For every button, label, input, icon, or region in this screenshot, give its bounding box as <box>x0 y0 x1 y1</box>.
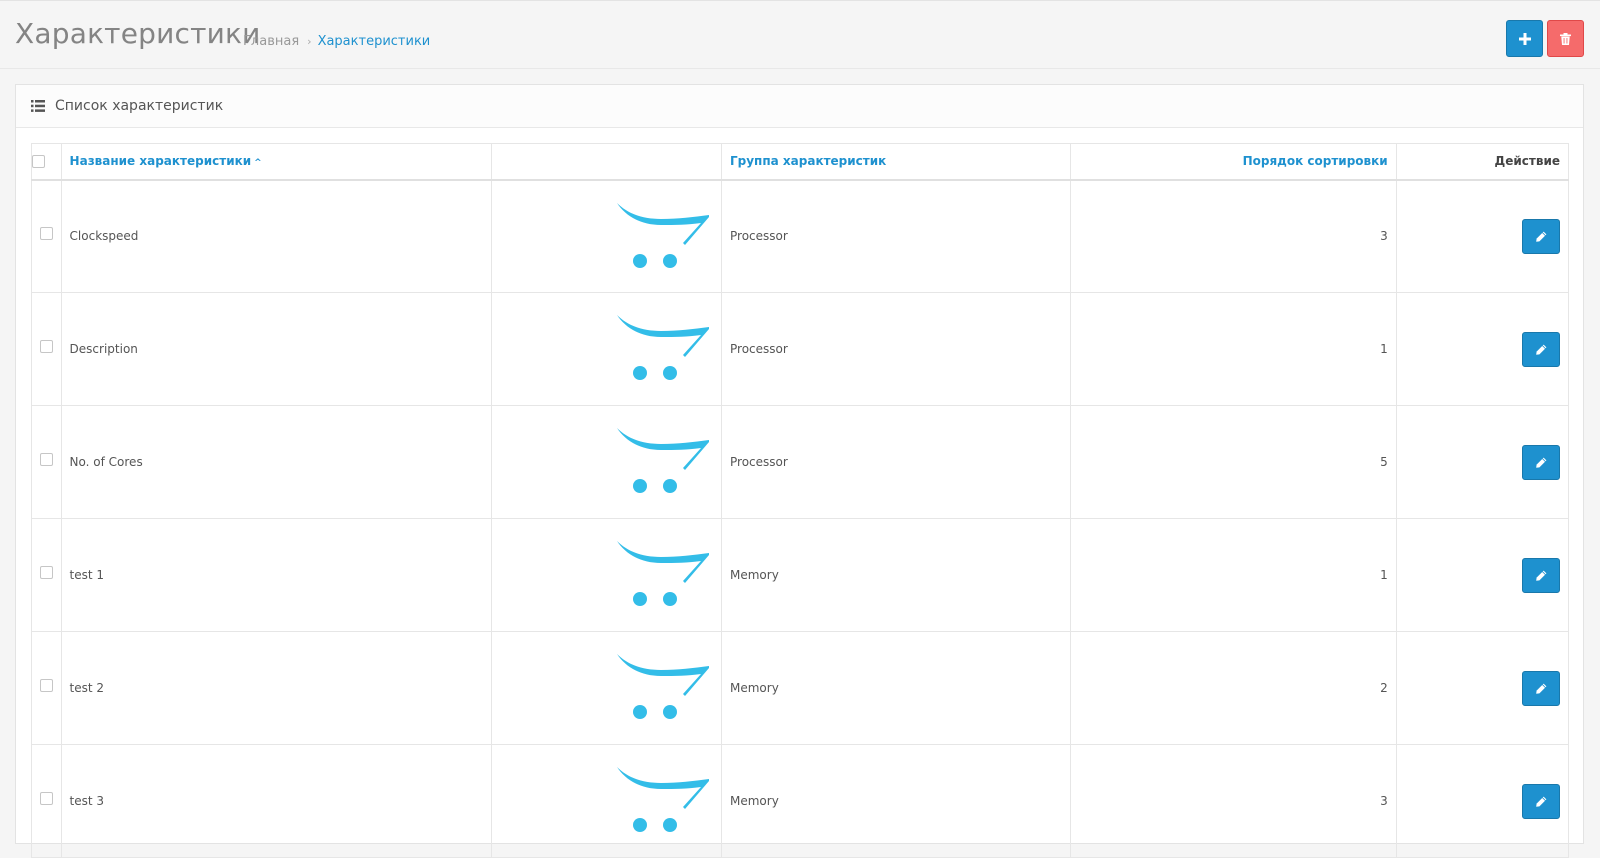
row-select-cell <box>31 631 62 745</box>
row-name: test 3 <box>60 744 492 858</box>
row-checkbox[interactable] <box>39 227 53 241</box>
row-name: test 2 <box>60 631 492 745</box>
row-action-cell <box>1395 405 1570 519</box>
row-sort-order: 5 <box>1069 405 1397 519</box>
edit-button[interactable] <box>1522 557 1560 593</box>
characteristics-table: Название характеристики ^ Группа характер… <box>31 143 1570 858</box>
select-all-cell <box>31 143 62 181</box>
row-select-cell <box>31 292 62 406</box>
row-action-cell <box>1395 518 1570 632</box>
row-group: Processor <box>721 179 1071 293</box>
row-image-cell <box>490 179 723 293</box>
row-name: Description <box>60 292 492 406</box>
list-icon <box>31 100 45 112</box>
pencil-icon <box>1535 796 1546 807</box>
row-group: Memory <box>721 631 1071 745</box>
add-button[interactable] <box>1506 20 1543 57</box>
row-image-cell <box>490 292 723 406</box>
pencil-icon <box>1535 231 1546 242</box>
edit-button[interactable] <box>1522 331 1560 367</box>
opencart-logo-icon <box>617 541 709 606</box>
row-sort-order: 3 <box>1069 179 1397 293</box>
row-sort-order: 2 <box>1069 631 1397 745</box>
breadcrumb-current-link[interactable]: Характеристики <box>318 34 431 49</box>
table-header-row: Название характеристики ^ Группа характер… <box>31 143 1570 181</box>
row-image-cell <box>490 405 723 519</box>
row-checkbox[interactable] <box>39 566 53 579</box>
row-checkbox[interactable] <box>39 679 53 692</box>
breadcrumb: Главная › Характеристики <box>243 34 430 49</box>
delete-button[interactable] <box>1547 20 1584 57</box>
table-row: No. of Cores Processor 5 <box>31 405 1570 519</box>
row-action-cell <box>1395 292 1570 406</box>
row-sort-order: 1 <box>1069 518 1397 632</box>
select-all-checkbox[interactable] <box>32 155 45 169</box>
row-select-cell <box>31 405 62 519</box>
row-checkbox[interactable] <box>39 792 53 805</box>
opencart-logo-icon <box>617 202 709 268</box>
opencart-logo-icon <box>617 767 709 832</box>
trash-icon <box>1560 32 1571 45</box>
opencart-logo-icon <box>617 315 709 380</box>
pencil-icon <box>1535 457 1546 468</box>
plus-icon <box>1518 32 1531 45</box>
table-row: Description Processor 1 <box>31 292 1570 406</box>
row-name: Clockspeed <box>60 179 492 293</box>
pencil-icon <box>1535 683 1546 694</box>
row-select-cell <box>31 744 62 858</box>
column-header-sort-order[interactable]: Порядок сортировки <box>1069 143 1397 181</box>
edit-button[interactable] <box>1522 670 1560 706</box>
row-checkbox[interactable] <box>39 340 53 353</box>
table-row: test 3 Memory 3 <box>31 744 1570 858</box>
page-title: Характеристики <box>15 17 261 50</box>
row-group: Processor <box>721 405 1071 519</box>
row-group: Memory <box>721 744 1071 858</box>
table-row: test 2 Memory 2 <box>31 631 1570 745</box>
panel-title: Список характеристик <box>55 98 224 114</box>
table-row: Clockspeed Processor 3 <box>31 179 1570 293</box>
edit-button[interactable] <box>1522 218 1560 254</box>
row-checkbox[interactable] <box>39 453 53 466</box>
row-select-cell <box>31 518 62 632</box>
page-header: Характеристики Главная › Характеристики <box>0 1 1600 69</box>
table-row: test 1 Memory 1 <box>31 518 1570 632</box>
sort-ascending-icon: ^ <box>254 158 262 169</box>
breadcrumb-home-link[interactable]: Главная <box>243 34 299 49</box>
row-select-cell <box>31 179 62 293</box>
column-header-action: Действие <box>1395 143 1570 181</box>
row-name: test 1 <box>60 518 492 632</box>
panel-heading: Список характеристик <box>16 85 1583 128</box>
pencil-icon <box>1535 344 1546 355</box>
column-header-image <box>490 143 723 181</box>
column-header-group[interactable]: Группа характеристик <box>721 143 1071 181</box>
column-name-label: Название характеристики <box>69 154 252 169</box>
row-image-cell <box>490 744 723 858</box>
edit-button[interactable] <box>1522 444 1560 480</box>
opencart-logo-icon <box>617 654 709 719</box>
row-action-cell <box>1395 744 1570 858</box>
row-name: No. of Cores <box>60 405 492 519</box>
opencart-logo-icon <box>617 428 709 493</box>
column-header-name[interactable]: Название характеристики ^ <box>60 143 492 181</box>
characteristics-panel: Список характеристик Название характерис… <box>15 84 1584 858</box>
row-group: Processor <box>721 292 1071 406</box>
row-action-cell <box>1395 179 1570 293</box>
edit-button[interactable] <box>1522 783 1560 819</box>
row-sort-order: 1 <box>1069 292 1397 406</box>
pencil-icon <box>1535 570 1546 581</box>
row-image-cell <box>490 518 723 632</box>
row-image-cell <box>490 631 723 745</box>
row-sort-order: 3 <box>1069 744 1397 858</box>
row-action-cell <box>1395 631 1570 745</box>
row-group: Memory <box>721 518 1071 632</box>
breadcrumb-separator: › <box>307 35 312 48</box>
